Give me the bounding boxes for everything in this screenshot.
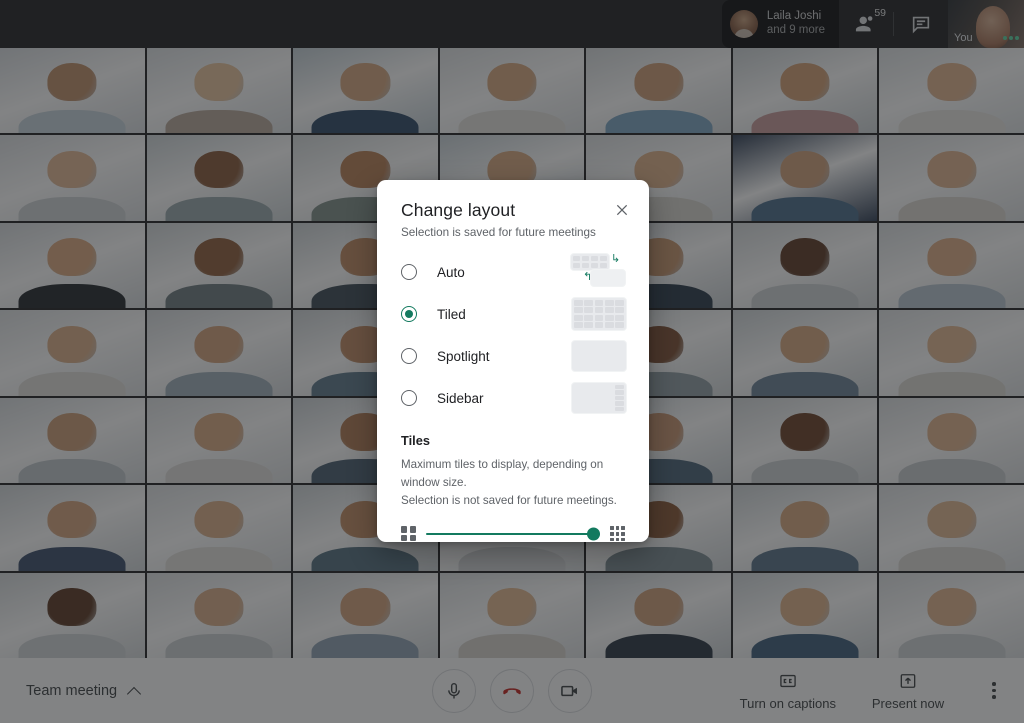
tiles-slider[interactable] xyxy=(426,526,600,542)
tiles-description-line2: Selection is not saved for future meetin… xyxy=(401,493,617,507)
tiles-description-line1: Maximum tiles to display, depending on w… xyxy=(401,458,604,489)
layout-option-auto[interactable]: Auto ↳ ↰ xyxy=(401,251,628,293)
layout-option-tiled[interactable]: Tiled xyxy=(401,293,628,335)
dialog-title: Change layout xyxy=(401,200,516,220)
meet-app-window: Laila Joshi and 9 more 59 xyxy=(0,0,1024,723)
layout-option-sidebar-label: Sidebar xyxy=(437,390,484,406)
layout-options-list: Auto ↳ ↰ Tiled Spotlight Sidebar xyxy=(401,251,628,419)
layout-option-spotlight[interactable]: Spotlight xyxy=(401,335,628,377)
change-layout-dialog: Change layout Selection is saved for fut… xyxy=(377,180,649,542)
radio-spotlight[interactable] xyxy=(401,348,417,364)
layout-option-spotlight-label: Spotlight xyxy=(437,348,490,364)
tiles-section-heading: Tiles xyxy=(401,433,430,448)
radio-auto[interactable] xyxy=(401,264,417,280)
tiles-slider-track xyxy=(426,532,600,536)
tiles-slider-row xyxy=(401,526,625,542)
radio-tiled[interactable] xyxy=(401,306,417,322)
close-icon xyxy=(616,204,628,216)
layout-option-tiled-label: Tiled xyxy=(437,306,466,322)
small-grid-icon xyxy=(401,526,416,542)
layout-option-auto-label: Auto xyxy=(437,264,465,280)
dialog-subtitle: Selection is saved for future meetings xyxy=(401,226,596,239)
layout-option-sidebar[interactable]: Sidebar xyxy=(401,377,628,419)
spotlight-layout-preview xyxy=(570,337,628,375)
close-dialog-button[interactable] xyxy=(611,199,633,221)
large-grid-icon xyxy=(610,526,625,542)
tiles-slider-thumb[interactable] xyxy=(587,527,600,541)
radio-sidebar[interactable] xyxy=(401,390,417,406)
sidebar-layout-preview xyxy=(570,379,628,417)
auto-layout-preview: ↳ ↰ xyxy=(570,253,628,291)
tiled-layout-preview xyxy=(570,295,628,333)
